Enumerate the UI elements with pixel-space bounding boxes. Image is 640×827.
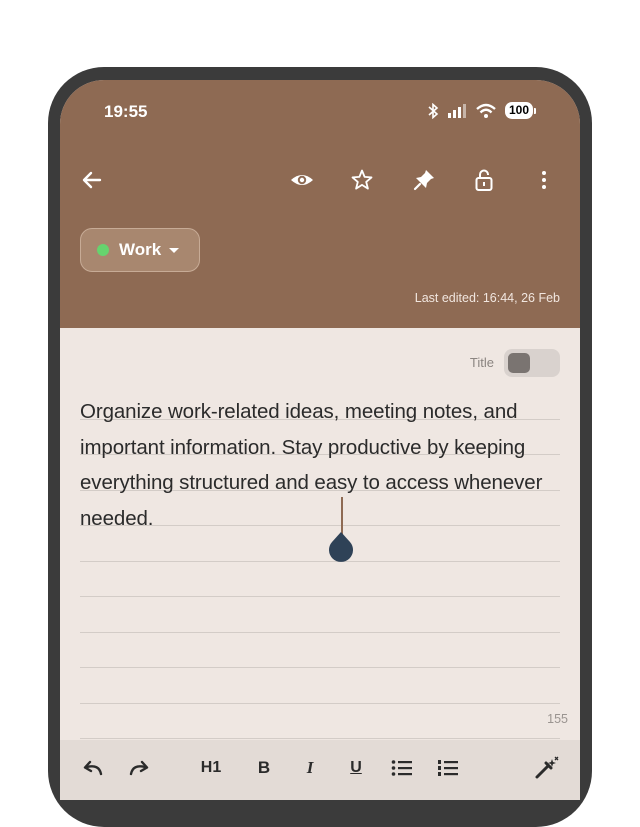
preview-button[interactable] [286,164,318,196]
status-time: 19:55 [104,102,148,121]
formatting-toolbar: H1 B I U [60,740,580,800]
clear-formatting-icon [535,756,559,779]
back-button[interactable] [76,164,108,196]
redo-icon [129,760,149,776]
category-chip[interactable]: Work [80,228,200,272]
pin-icon [413,170,434,191]
italic-button[interactable]: I [300,756,320,780]
category-label: Work [119,240,162,259]
cursor-handle[interactable] [328,532,354,562]
title-toggle-label: Title [469,355,494,370]
lock-open-icon [475,169,493,191]
toggle-knob [508,353,530,373]
text-cursor [341,497,343,537]
app-header: 19:55 100 Work Last edited: 16:44, 26 Fe… [60,80,580,328]
bullet-list-icon [391,760,412,776]
more-options-button[interactable] [528,164,560,196]
note-body-editor[interactable]: Organize work-related ideas, meeting not… [80,394,560,536]
favorite-button[interactable] [346,164,378,196]
title-toggle[interactable] [504,349,560,377]
bullet-list-button[interactable] [390,756,414,780]
undo-icon [83,760,103,776]
more-vert-icon [542,171,546,189]
battery-level: 100 [504,102,533,119]
category-color-dot [97,244,109,256]
clear-formatting-button[interactable] [534,756,560,780]
wifi-icon [476,103,496,118]
numbered-list-icon [438,760,458,776]
top-toolbar [60,164,580,196]
undo-button[interactable] [80,756,106,780]
bold-button[interactable]: B [254,756,274,780]
underline-button[interactable]: U [346,756,366,780]
heading-button[interactable]: H1 [196,756,226,780]
last-edited-text: Last edited: 16:44, 26 Feb [414,291,560,305]
back-icon [82,171,102,189]
numbered-list-button[interactable] [436,756,460,780]
redo-button[interactable] [126,756,152,780]
battery-icon: 100 [504,102,536,119]
app-screen: 19:55 100 Work Last edited: 16:44, 26 Fe… [60,80,580,800]
signal-icon [447,103,466,118]
lock-button[interactable] [468,164,500,196]
chevron-down-icon [169,247,180,253]
bluetooth-icon [428,102,439,119]
eye-icon [291,175,313,185]
star-icon [351,169,373,190]
status-icons: 100 [427,102,536,119]
character-count: 155 [547,712,568,726]
pin-button[interactable] [408,164,440,196]
